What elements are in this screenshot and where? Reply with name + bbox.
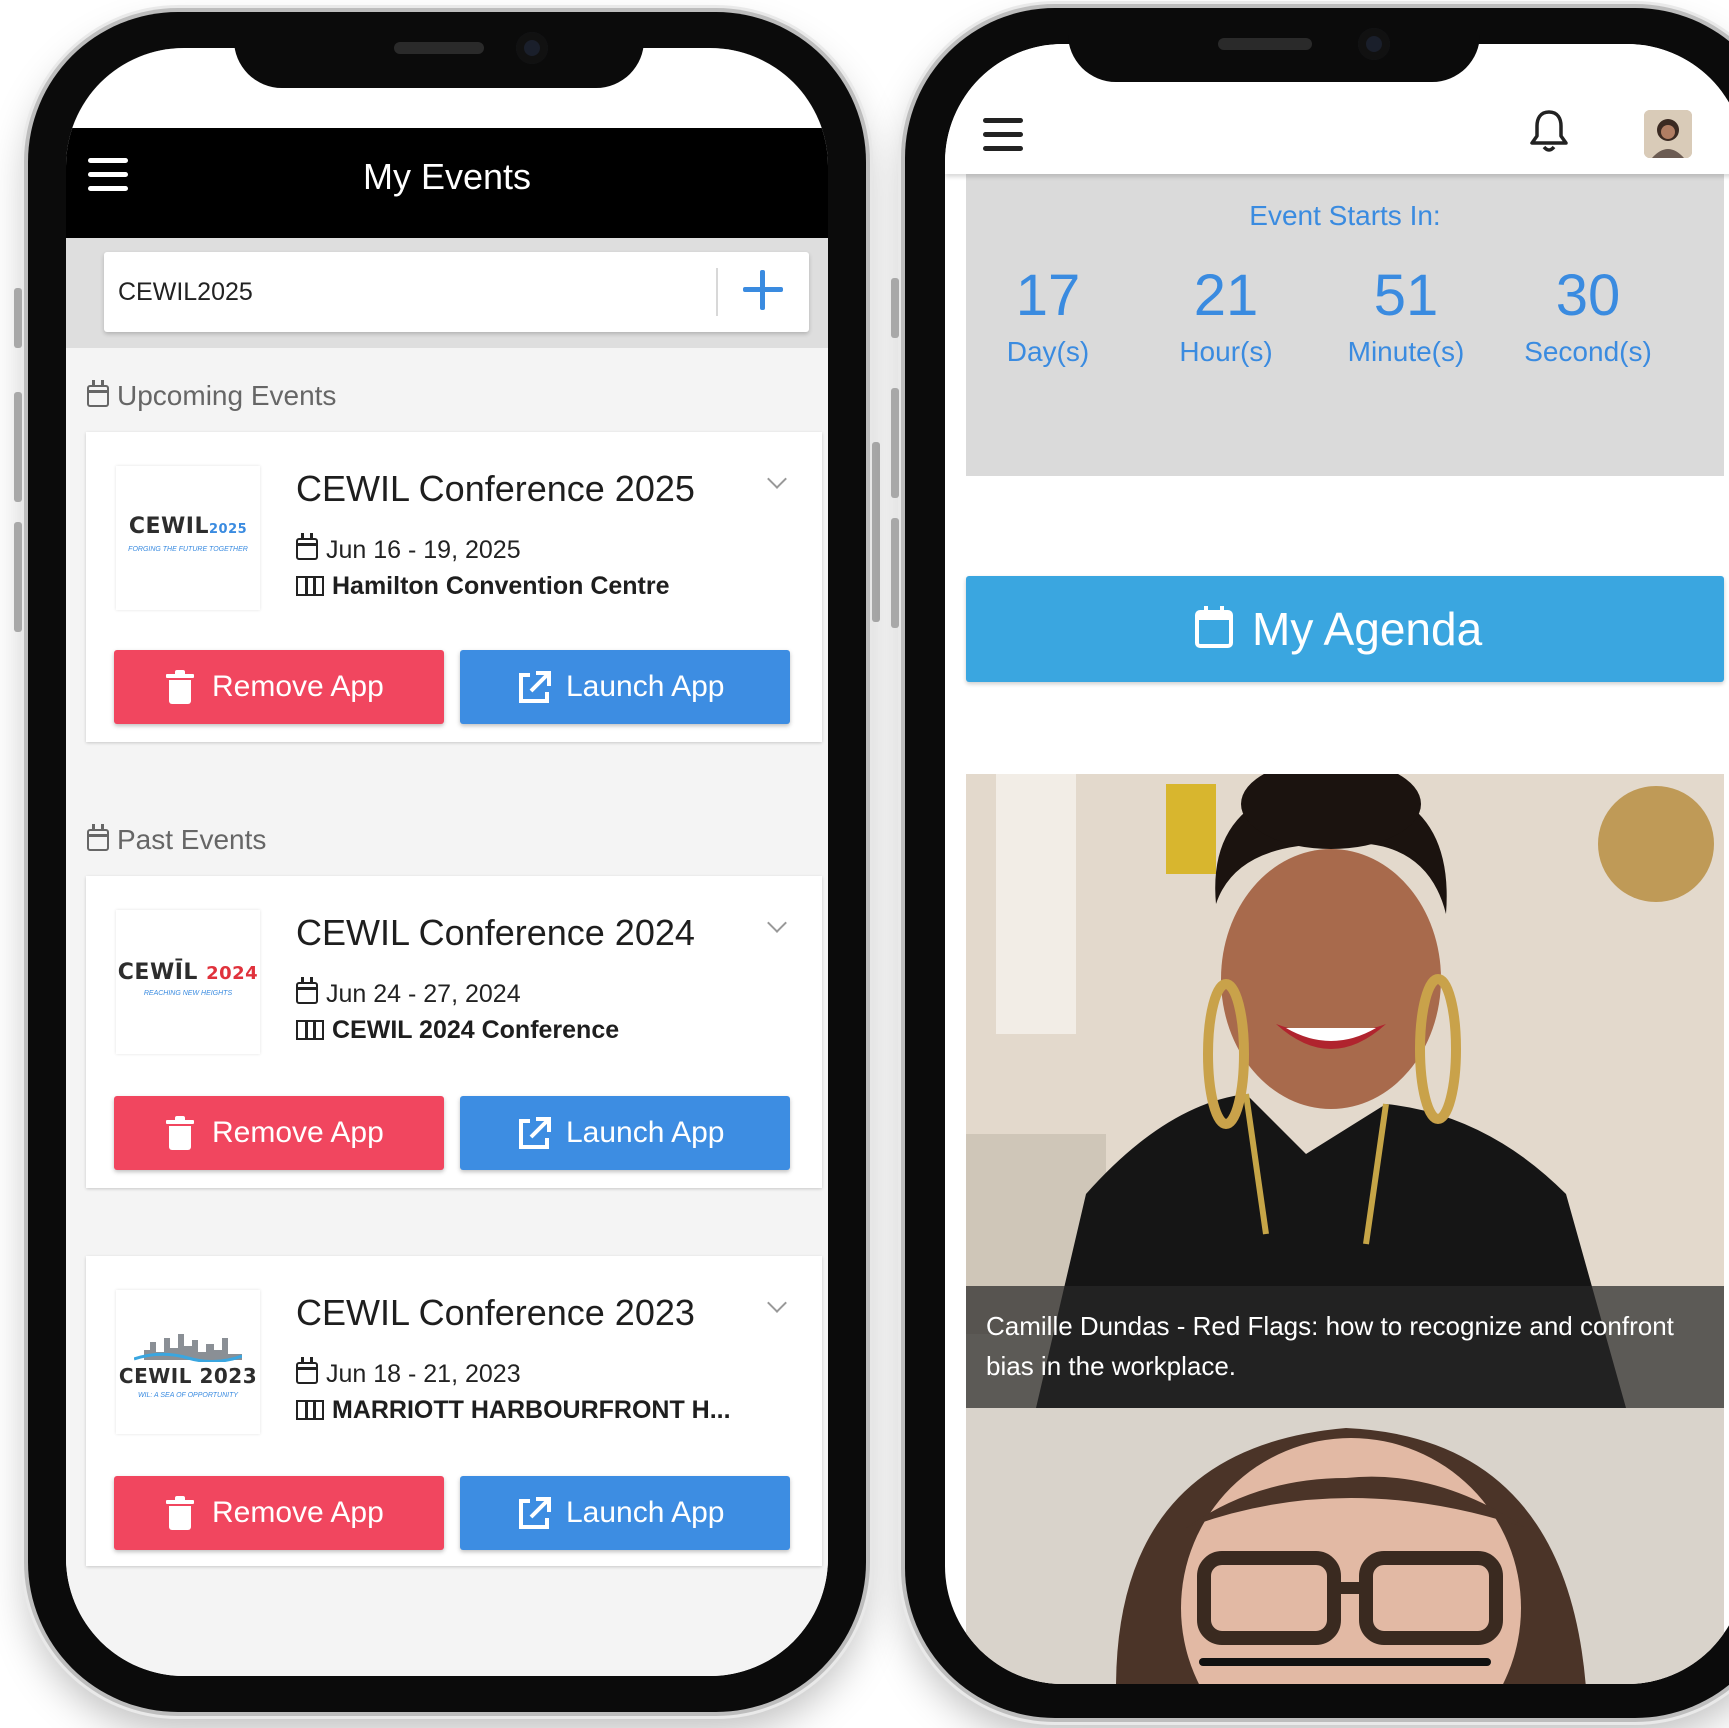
- map-icon: [296, 576, 324, 596]
- logo-text: CEWĪL 2024: [117, 960, 259, 985]
- mute-switch: [14, 288, 22, 348]
- front-camera: [1358, 28, 1390, 60]
- countdown-days: 17 Day(s): [1006, 263, 1090, 368]
- avatar[interactable]: [1644, 110, 1692, 158]
- event-logo: CEWIL 2023 WIL: A SEA OF OPPORTUNITY: [116, 1290, 260, 1434]
- event-date: Jun 24 - 27, 2024: [296, 977, 521, 1009]
- event-location: CEWIL 2024 Conference: [296, 1016, 619, 1045]
- event-location: Hamilton Convention Centre: [296, 572, 670, 601]
- event-code-value: CEWIL2025: [118, 278, 253, 306]
- external-link-icon: [519, 671, 551, 703]
- event-location: MARRIOTT HARBOURFRONT H...: [296, 1396, 731, 1425]
- event-code-bar: CEWIL2025: [66, 238, 828, 348]
- volume-up-button: [14, 392, 22, 502]
- past-events-heading: Past Events: [87, 824, 266, 856]
- speaker-grille: [1218, 38, 1312, 50]
- power-button: [872, 442, 880, 622]
- map-icon: [296, 1020, 324, 1040]
- upcoming-events-heading: Upcoming Events: [87, 380, 336, 412]
- countdown-seconds: 30 Second(s): [1524, 263, 1652, 368]
- logo-text: CEWIL 2023: [118, 1364, 258, 1388]
- calendar-icon: [87, 824, 109, 851]
- map-icon: [296, 1400, 324, 1420]
- countdown-hours: 21 Hour(s): [1179, 263, 1273, 368]
- external-link-icon: [519, 1497, 551, 1529]
- countdown-title: Event Starts In:: [1249, 200, 1441, 231]
- session-caption: Camille Dundas - Red Flags: how to recog…: [966, 1286, 1724, 1408]
- event-title: CEWIL Conference 2024: [296, 912, 695, 953]
- trash-icon: [166, 1496, 194, 1530]
- countdown-minutes: 51 Minute(s): [1347, 263, 1465, 368]
- notch: [234, 12, 644, 88]
- remove-app-button[interactable]: Remove App: [114, 1476, 444, 1550]
- volume-down-button: [891, 518, 899, 628]
- events-list: Upcoming Events CEWIL2025 FORGING THE FU…: [66, 348, 828, 1676]
- event-title: CEWIL Conference 2023: [296, 1292, 695, 1333]
- remove-app-button[interactable]: Remove App: [114, 1096, 444, 1170]
- left-phone: My Events CEWIL2025 Upcoming Events CEWI…: [14, 12, 880, 1712]
- calendar-icon: [1195, 606, 1233, 648]
- countdown-panel: Event Starts In: 17 Day(s) 21 Hour(s) 51…: [966, 174, 1724, 476]
- logo-tagline: WIL: A SEA OF OPPORTUNITY: [137, 1392, 239, 1399]
- launch-app-button[interactable]: Launch App: [460, 1476, 790, 1550]
- my-agenda-button[interactable]: My Agenda: [966, 576, 1724, 682]
- chevron-down-icon[interactable]: [767, 913, 787, 933]
- calendar-icon: [87, 380, 109, 407]
- launch-app-button[interactable]: Launch App: [460, 650, 790, 724]
- city-skyline-graphic: [134, 1334, 242, 1362]
- launch-app-button[interactable]: Launch App: [460, 1096, 790, 1170]
- menu-icon[interactable]: [983, 118, 1023, 152]
- stage: My Events CEWIL2025 Upcoming Events CEWI…: [0, 0, 1729, 1728]
- chevron-down-icon[interactable]: [767, 1293, 787, 1313]
- event-date: Jun 18 - 21, 2023: [296, 1357, 521, 1389]
- logo-tagline: FORGING THE FUTURE TOGETHER: [128, 546, 248, 553]
- front-camera: [516, 32, 548, 64]
- logo-text: CEWIL2025: [128, 514, 248, 539]
- bell-icon[interactable]: [1529, 108, 1569, 154]
- logo-tagline: REACHING NEW HEIGHTS: [143, 990, 233, 997]
- event-code-input[interactable]: CEWIL2025: [104, 252, 809, 332]
- event-logo: CEWĪL 2024 REACHING NEW HEIGHTS: [116, 910, 260, 1054]
- featured-session-photo[interactable]: Camille Dundas - Red Flags: how to recog…: [966, 774, 1724, 1408]
- trash-icon: [166, 1116, 194, 1150]
- input-divider: [716, 268, 718, 316]
- event-card[interactable]: CEWĪL 2024 REACHING NEW HEIGHTS CEWIL Co…: [86, 876, 822, 1188]
- right-screen: Event Starts In: 17 Day(s) 21 Hour(s) 51…: [945, 44, 1729, 1684]
- calendar-icon: [296, 533, 318, 560]
- page-title: My Events: [362, 156, 532, 197]
- remove-app-button[interactable]: Remove App: [114, 650, 444, 724]
- event-card[interactable]: CEWIL 2023 WIL: A SEA OF OPPORTUNITY CEW…: [86, 1256, 822, 1566]
- event-logo: CEWIL2025 FORGING THE FUTURE TOGETHER: [116, 466, 260, 610]
- trash-icon: [166, 670, 194, 704]
- calendar-icon: [296, 1357, 318, 1384]
- chevron-down-icon[interactable]: [767, 469, 787, 489]
- speaker-grille: [394, 42, 484, 54]
- external-link-icon: [519, 1117, 551, 1149]
- volume-down-button: [14, 522, 22, 632]
- volume-up-button: [891, 388, 899, 498]
- left-screen: My Events CEWIL2025 Upcoming Events CEWI…: [66, 48, 828, 1676]
- event-title: CEWIL Conference 2025: [296, 468, 695, 509]
- event-card[interactable]: CEWIL2025 FORGING THE FUTURE TOGETHER CE…: [86, 432, 822, 742]
- home-indicator[interactable]: [1199, 1658, 1491, 1666]
- right-phone: Event Starts In: 17 Day(s) 21 Hour(s) 51…: [891, 8, 1729, 1718]
- notch: [1068, 8, 1480, 82]
- speaker-portrait: [966, 1408, 1724, 1684]
- session-photo[interactable]: [966, 1408, 1724, 1684]
- event-date: Jun 16 - 19, 2025: [296, 533, 521, 565]
- mute-switch: [891, 278, 899, 338]
- calendar-icon: [296, 977, 318, 1004]
- plus-icon[interactable]: [740, 268, 786, 314]
